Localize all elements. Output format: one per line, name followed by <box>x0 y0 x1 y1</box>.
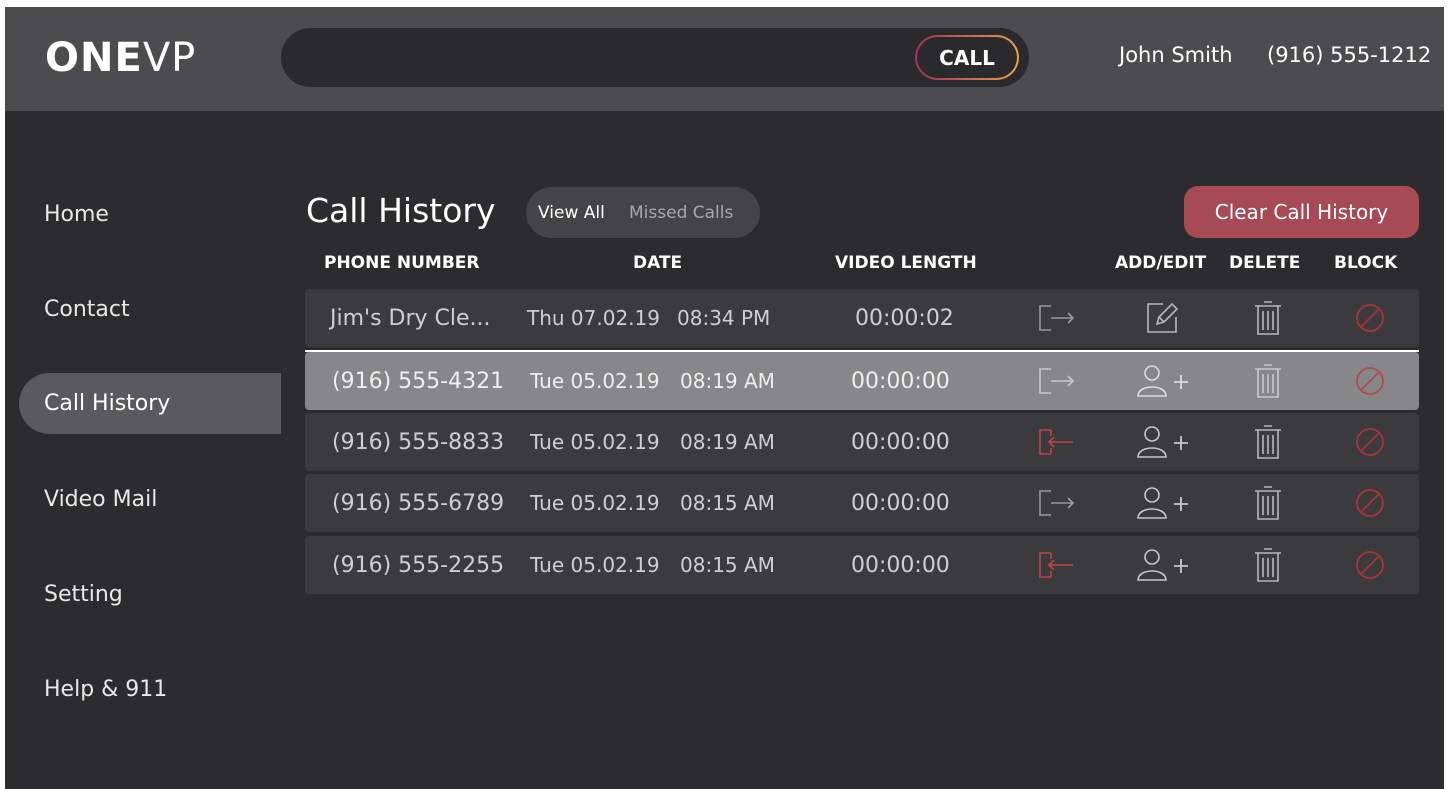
outgoing-call-icon <box>1035 352 1079 410</box>
dial-input[interactable] <box>305 40 905 74</box>
call-history-row[interactable]: Jim's Dry Cle... Thu 07.02.19 08:34 PM 0… <box>305 289 1419 347</box>
block-icon[interactable] <box>1349 413 1391 471</box>
add-contact-icon[interactable] <box>1131 474 1193 532</box>
sidebar-item-video-mail[interactable]: Video Mail <box>19 469 281 530</box>
sidebar-item-label: Contact <box>44 297 130 322</box>
clear-call-history-button[interactable]: Clear Call History <box>1184 186 1419 238</box>
row-date: Tue 05.02.19 <box>530 430 660 454</box>
user-phone-number: (916) 555-1212 <box>1267 43 1432 67</box>
edit-icon[interactable] <box>1137 289 1187 347</box>
trash-icon[interactable] <box>1245 289 1291 347</box>
column-header-block: BLOCK <box>1334 253 1398 273</box>
logo-bold: ONE <box>45 35 143 81</box>
row-phone-number: (916) 555-4321 <box>332 368 505 394</box>
sidebar-item-contact[interactable]: Contact <box>19 279 281 340</box>
outgoing-call-icon <box>1035 289 1079 347</box>
row-time: 08:19 AM <box>680 369 775 393</box>
row-video-length: 00:00:00 <box>851 552 950 578</box>
user-name: John Smith <box>1119 43 1233 67</box>
row-time: 08:15 AM <box>680 491 775 515</box>
row-phone-number: Jim's Dry Cle... <box>330 305 491 331</box>
row-video-length: 00:00:00 <box>851 490 950 516</box>
row-phone-number: (916) 555-2255 <box>332 552 505 578</box>
missed-incoming-call-icon <box>1035 413 1079 471</box>
row-phone-number: (916) 555-6789 <box>332 490 505 516</box>
filter-toggle: View All Missed Calls <box>526 187 760 238</box>
row-date: Thu 07.02.19 <box>527 306 660 330</box>
sidebar-item-setting[interactable]: Setting <box>19 564 281 625</box>
row-time: 08:34 PM <box>677 306 771 330</box>
sidebar-item-label: Call History <box>44 391 171 416</box>
call-history-row[interactable]: (916) 555-6789 Tue 05.02.19 08:15 AM 00:… <box>305 474 1419 532</box>
column-header-phone-number: PHONE NUMBER <box>324 253 480 273</box>
sidebar-item-label: Video Mail <box>44 487 158 512</box>
filter-missed-calls[interactable]: Missed Calls <box>629 187 733 238</box>
add-contact-icon[interactable] <box>1131 352 1193 410</box>
block-icon[interactable] <box>1349 289 1391 347</box>
top-bar: ONEVP CALL John Smith (916) 555-1212 <box>5 7 1444 111</box>
outgoing-call-icon <box>1035 474 1079 532</box>
missed-incoming-call-icon <box>1035 536 1079 594</box>
block-icon[interactable] <box>1349 474 1391 532</box>
row-time: 08:15 AM <box>680 553 775 577</box>
sidebar-item-home[interactable]: Home <box>19 184 281 245</box>
trash-icon[interactable] <box>1245 474 1291 532</box>
add-contact-icon[interactable] <box>1131 536 1193 594</box>
sidebar-item-label: Home <box>44 202 109 227</box>
sidebar-item-label: Help & 911 <box>44 677 168 702</box>
block-icon[interactable] <box>1349 536 1391 594</box>
logo-light: VP <box>142 35 197 81</box>
call-history-row[interactable]: (916) 555-8833 Tue 05.02.19 08:19 AM 00:… <box>305 413 1419 471</box>
row-video-length: 00:00:00 <box>851 368 950 394</box>
column-header-video-length: VIDEO LENGTH <box>835 253 977 273</box>
row-time: 08:19 AM <box>680 430 775 454</box>
row-date: Tue 05.02.19 <box>530 369 660 393</box>
block-icon[interactable] <box>1349 352 1391 410</box>
trash-icon[interactable] <box>1245 352 1291 410</box>
row-video-length: 00:00:02 <box>855 305 954 331</box>
call-button[interactable]: CALL <box>915 35 1019 80</box>
sidebar: Home Contact Call History Video Mail Set… <box>5 111 281 789</box>
call-history-row[interactable]: (916) 555-2255 Tue 05.02.19 08:15 AM 00:… <box>305 536 1419 594</box>
sidebar-item-call-history[interactable]: Call History <box>19 373 281 434</box>
filter-view-all[interactable]: View All <box>538 187 605 238</box>
app-window: ONEVP CALL John Smith (916) 555-1212 Hom… <box>5 7 1444 789</box>
row-date: Tue 05.02.19 <box>530 553 660 577</box>
onevp-logo: ONEVP <box>45 33 196 83</box>
row-phone-number: (916) 555-8833 <box>332 429 505 455</box>
row-date: Tue 05.02.19 <box>530 491 660 515</box>
sidebar-item-label: Setting <box>44 582 123 607</box>
trash-icon[interactable] <box>1245 536 1291 594</box>
add-contact-icon[interactable] <box>1131 413 1193 471</box>
column-header-date: DATE <box>633 253 683 273</box>
trash-icon[interactable] <box>1245 413 1291 471</box>
dial-bar: CALL <box>281 28 1029 87</box>
column-header-delete: DELETE <box>1229 253 1301 273</box>
sidebar-item-help-911[interactable]: Help & 911 <box>19 659 281 720</box>
page-title: Call History <box>306 191 496 230</box>
row-video-length: 00:00:00 <box>851 429 950 455</box>
column-header-add-edit: ADD/EDIT <box>1115 253 1207 273</box>
call-history-row-selected[interactable]: (916) 555-4321 Tue 05.02.19 08:19 AM 00:… <box>305 352 1419 410</box>
